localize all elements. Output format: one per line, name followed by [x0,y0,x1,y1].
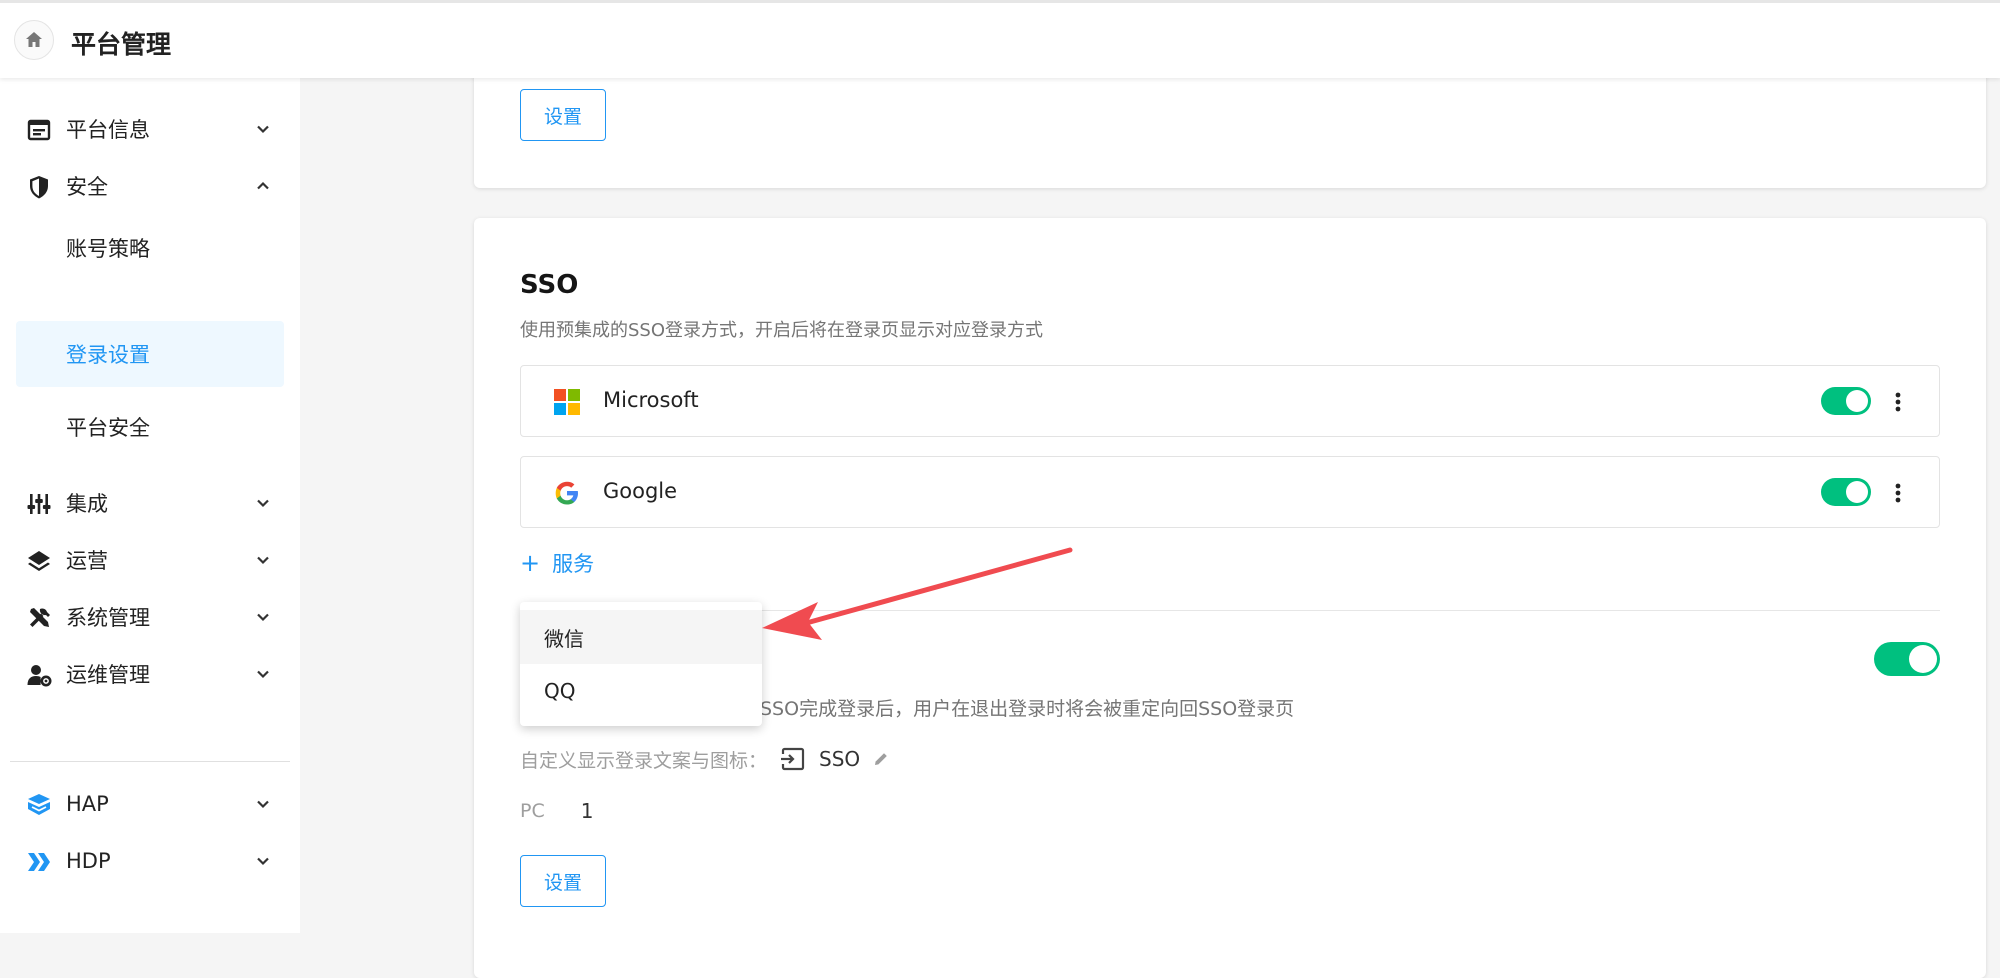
sidebar-item-label: 安全 [66,175,108,199]
home-button[interactable] [14,20,54,60]
provider-row-microsoft: Microsoft [520,365,1940,437]
shield-icon [30,176,48,199]
dropdown-option-label: 微信 [544,626,584,651]
provider-toggle-microsoft[interactable] [1821,387,1871,415]
tools-icon [30,608,50,627]
provider-toggle-google[interactable] [1821,478,1871,506]
sso-card: SSO 使用预集成的SSO登录方式，开启后将在登录页显示对应登录方式 Micro… [474,218,1986,978]
provider-row-google: Google [520,456,1940,528]
sidebar-item-ops-management[interactable]: 运维管理 [16,642,284,706]
add-service-button[interactable]: + 服务 [520,548,594,578]
provider-name: Google [603,479,678,503]
sidebar-item-platform-info[interactable]: 平台信息 [16,97,284,161]
pc-row: PC 1 [520,796,593,826]
sidebar-subitem-label: 平台安全 [66,416,150,440]
sidebar-item-label: HDP [66,849,111,873]
chevron-down-icon [257,556,269,565]
hap-logo-icon [28,794,50,815]
login-icon [781,747,805,771]
sidebar-subitem-label: 账号策略 [66,237,150,261]
document-icon [27,119,51,141]
chevron-down-icon [257,499,269,508]
sidebar-item-label: 平台信息 [66,118,150,142]
chevron-down-icon [257,857,269,866]
sso-title: SSO [520,270,579,300]
sidebar-item-operations[interactable]: 运营 [16,528,284,592]
sidebar-item-security[interactable]: 安全 [16,154,284,218]
more-vertical-icon[interactable] [1891,479,1905,507]
sidebar-subitem-login-settings[interactable]: 登录设置 [16,321,284,387]
plus-icon: + [520,549,541,577]
chevron-down-icon [257,670,269,679]
sidebar-divider [10,761,290,762]
logout-redirect-toggle[interactable] [1874,642,1940,676]
top-bar: 平台管理 [0,0,2000,78]
sidebar-subitem-label: 登录设置 [66,343,150,367]
user-gear-icon [27,665,52,687]
sidebar-subitem-account-policy[interactable]: 账号策略 [16,215,284,281]
sidebar-item-label: 系统管理 [66,606,150,630]
custom-login-label: 自定义显示登录文案与图标： [520,749,768,772]
custom-login-value: SSO [819,747,861,771]
pc-value: 1 [580,799,594,823]
sidebar-item-hap[interactable]: HAP [16,772,284,836]
microsoft-logo-icon [554,389,580,415]
sidebar-item-label: HAP [66,792,109,816]
more-vertical-icon[interactable] [1891,388,1905,416]
dropdown-option-wechat[interactable]: 微信 [520,610,762,664]
sidebar-item-label: 运维管理 [66,663,150,687]
sidebar: 平台信息 安全 账号策略 登录设置 平台安全 集成 运营 系统管理 运维管理 H… [0,78,300,933]
sidebar-item-integration[interactable]: 集成 [16,471,284,535]
sidebar-item-system-management[interactable]: 系统管理 [16,585,284,649]
chevron-down-icon [257,125,269,134]
chevron-down-icon [257,613,269,622]
settings-button-top[interactable]: 设置 [520,89,606,141]
sidebar-item-label: 集成 [66,492,108,516]
dropdown-option-label: QQ [544,679,576,703]
sidebar-item-label: 运营 [66,549,108,573]
add-service-dropdown: 微信 QQ [520,602,762,726]
sso-description: 使用预集成的SSO登录方式，开启后将在登录页显示对应登录方式 [520,320,1044,341]
sidebar-item-hdp[interactable]: HDP [16,829,284,893]
chevron-up-icon [257,181,269,190]
hdp-logo-icon [28,853,50,871]
settings-button-sso[interactable]: 设置 [520,855,606,907]
layers-icon [28,551,50,571]
home-icon [26,32,42,47]
pc-label: PC [520,800,545,822]
pencil-icon[interactable] [872,750,890,768]
google-logo-icon [555,481,578,505]
sidebar-subitem-platform-security[interactable]: 平台安全 [16,394,284,460]
dropdown-option-qq[interactable]: QQ [520,664,762,718]
provider-name: Microsoft [603,388,699,412]
add-service-label: 服务 [552,552,595,576]
sliders-icon [27,494,51,514]
chevron-down-icon [257,800,269,809]
custom-login-row: 自定义显示登录文案与图标： SSO [520,744,890,774]
page-title: 平台管理 [71,30,172,59]
